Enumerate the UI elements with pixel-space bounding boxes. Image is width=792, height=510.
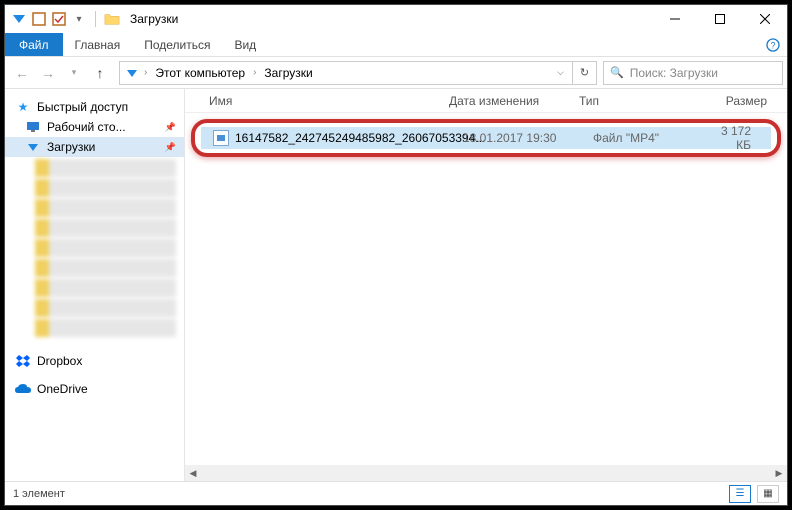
titlebar-left: ▾ Загрузки: [5, 11, 178, 27]
folder-icon: [104, 11, 120, 27]
icons-view-button[interactable]: ▦: [757, 485, 779, 503]
sidebar-quick-access[interactable]: ★ Быстрый доступ: [5, 97, 184, 117]
status-count: 1 элемент: [13, 488, 65, 500]
file-row[interactable]: 16147582_242745249485982_26067053394... …: [201, 127, 771, 149]
maximize-button[interactable]: [697, 5, 742, 33]
check-box-icon[interactable]: [51, 11, 67, 27]
ribbon-tab-home[interactable]: Главная: [63, 33, 133, 56]
file-type: Файл "MP4": [593, 131, 703, 145]
sidebar-item-label: Dropbox: [37, 354, 82, 368]
nav-up-button[interactable]: ↑: [87, 60, 113, 86]
desktop-icon: [25, 119, 41, 135]
nav-back-button[interactable]: ←: [9, 60, 35, 86]
sidebar-item-label: Быстрый доступ: [37, 100, 128, 114]
col-header-size[interactable]: Размер: [689, 94, 787, 108]
ribbon-tab-share[interactable]: Поделиться: [132, 33, 222, 56]
sidebar-item-blurred: [35, 259, 176, 277]
ribbon-tab-file[interactable]: Файл: [5, 33, 63, 56]
annotation-highlight: 16147582_242745249485982_26067053394... …: [191, 119, 781, 157]
breadcrumb[interactable]: › Этот компьютер › Загрузки ⌵: [119, 61, 573, 85]
pin-icon: 📌: [165, 122, 176, 133]
main-area: ★ Быстрый доступ Рабочий сто... 📌 Загруз…: [5, 89, 787, 481]
sidebar-item-blurred: [35, 179, 176, 197]
scroll-track[interactable]: [201, 468, 771, 478]
sidebar: ★ Быстрый доступ Рабочий сто... 📌 Загруз…: [5, 89, 185, 481]
down-arrow-icon[interactable]: [11, 11, 27, 27]
down-arrow-small-icon: [124, 65, 140, 81]
pin-icon: 📌: [165, 142, 176, 153]
file-date: 18.01.2017 19:30: [463, 131, 593, 145]
sidebar-item-blurred: [35, 219, 176, 237]
ribbon: Файл Главная Поделиться Вид ?: [5, 33, 787, 57]
view-switcher: ☰ ▦: [729, 485, 779, 503]
col-header-date[interactable]: Дата изменения: [449, 94, 579, 108]
file-name: 16147582_242745249485982_26067053394...: [235, 131, 463, 145]
window-controls: [652, 5, 787, 33]
download-arrow-icon: [25, 139, 41, 155]
column-headers: Имя Дата изменения Тип Размер: [185, 89, 787, 113]
sidebar-item-dropbox[interactable]: Dropbox: [5, 351, 184, 371]
search-input[interactable]: 🔍 Поиск: Загрузки: [603, 61, 783, 85]
sidebar-item-blurred: [35, 199, 176, 217]
statusbar: 1 элемент ☰ ▦: [5, 481, 787, 505]
sidebar-item-desktop[interactable]: Рабочий сто... 📌: [5, 117, 184, 137]
scroll-right-icon[interactable]: ▶: [771, 468, 787, 479]
horizontal-scrollbar[interactable]: ◀ ▶: [185, 465, 787, 481]
sidebar-item-onedrive[interactable]: OneDrive: [5, 379, 184, 399]
breadcrumb-current[interactable]: Загрузки: [260, 65, 316, 81]
sidebar-item-blurred: [35, 159, 176, 177]
chevron-right-icon: ›: [142, 67, 149, 78]
sidebar-item-label: OneDrive: [37, 382, 88, 396]
sidebar-item-blurred: [35, 319, 176, 337]
nav-forward-button[interactable]: →: [35, 60, 61, 86]
titlebar: ▾ Загрузки: [5, 5, 787, 33]
details-view-button[interactable]: ☰: [729, 485, 751, 503]
close-button[interactable]: [742, 5, 787, 33]
col-header-type[interactable]: Тип: [579, 94, 689, 108]
address-bar: ← → ▾ ↑ › Этот компьютер › Загрузки ⌵ ↻ …: [5, 57, 787, 89]
col-header-name[interactable]: Имя: [209, 94, 449, 108]
props-box-icon[interactable]: [31, 11, 47, 27]
explorer-window: ▾ Загрузки Файл Главная Поделиться Вид ?: [4, 4, 788, 506]
scroll-left-icon[interactable]: ◀: [185, 468, 201, 479]
file-list: 16147582_242745249485982_26067053394... …: [185, 113, 787, 465]
dropbox-icon: [15, 353, 31, 369]
breadcrumb-dropdown-icon[interactable]: ⌵: [557, 67, 568, 78]
sidebar-item-blurred: [35, 279, 176, 297]
onedrive-icon: [15, 381, 31, 397]
minimize-button[interactable]: [652, 5, 697, 33]
sidebar-item-downloads[interactable]: Загрузки 📌: [5, 137, 184, 157]
nav-history-icon[interactable]: ▾: [61, 60, 87, 86]
sidebar-item-blurred: [35, 239, 176, 257]
sidebar-item-blurred: [35, 299, 176, 317]
sidebar-item-label: Загрузки: [47, 140, 95, 154]
ribbon-tab-view[interactable]: Вид: [222, 33, 268, 56]
sidebar-item-label: Рабочий сто...: [47, 120, 126, 134]
video-file-icon: [213, 130, 229, 146]
ribbon-help-icon[interactable]: ?: [759, 33, 787, 56]
overflow-icon[interactable]: ▾: [71, 11, 87, 27]
search-icon: 🔍: [610, 66, 624, 79]
sidebar-quick-access-group: ★ Быстрый доступ Рабочий сто... 📌 Загруз…: [5, 97, 184, 339]
refresh-button[interactable]: ↻: [573, 61, 597, 85]
titlebar-divider: [95, 11, 96, 27]
content-pane: Имя Дата изменения Тип Размер 16147582_2…: [185, 89, 787, 481]
star-icon: ★: [15, 99, 31, 115]
search-placeholder: Поиск: Загрузки: [630, 66, 718, 80]
breadcrumb-root[interactable]: Этот компьютер: [151, 65, 249, 81]
chevron-right-icon: ›: [251, 67, 258, 78]
file-size: 3 172 КБ: [703, 124, 771, 152]
svg-text:?: ?: [770, 40, 775, 50]
window-title: Загрузки: [130, 12, 178, 26]
